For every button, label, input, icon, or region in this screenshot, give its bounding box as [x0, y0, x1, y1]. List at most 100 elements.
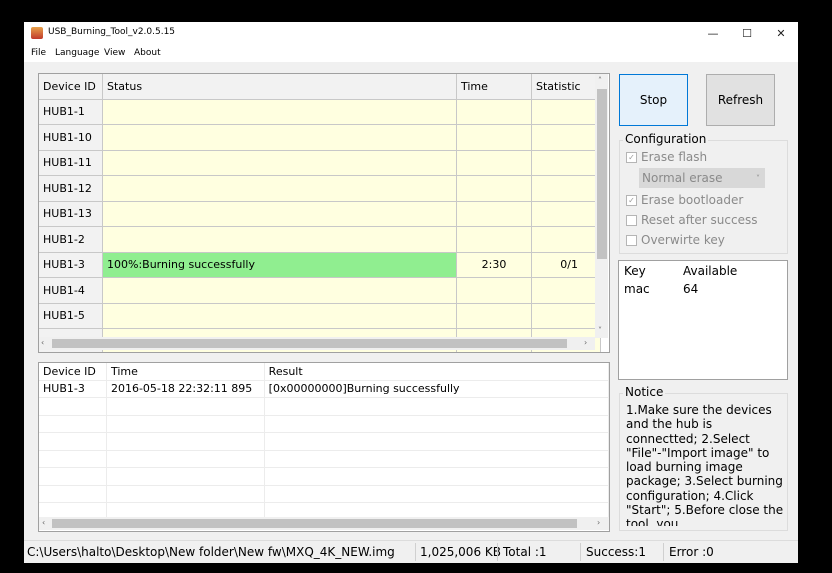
col-statistic[interactable]: Statistic — [531, 74, 601, 100]
grid-hscroll-thumb[interactable] — [52, 339, 567, 348]
log-cell — [264, 467, 609, 486]
time-cell — [456, 303, 532, 329]
key-name: mac — [624, 282, 650, 296]
log-cell — [106, 415, 265, 433]
scroll-right-icon[interactable]: › — [584, 338, 587, 347]
statistic-cell — [531, 303, 601, 329]
device-row[interactable]: HUB1-3 100%:Burning successfully 2:30 0/1 — [39, 252, 601, 278]
log-cell: [0x00000000]Burning successfully — [264, 380, 609, 398]
key-col-header[interactable]: Key — [624, 264, 646, 278]
statistic-cell — [531, 150, 601, 176]
statistic-cell — [531, 277, 601, 304]
maximize-button[interactable]: ☐ — [730, 22, 764, 44]
checkbox-checked-icon: ✓ — [626, 151, 637, 163]
grid-vertical-scrollbar[interactable]: ˄ ˅ — [595, 74, 608, 338]
log-cell — [106, 432, 265, 451]
notice-label: Notice — [623, 385, 666, 399]
checkbox-checked-icon: ✓ — [626, 194, 637, 206]
available-col-header[interactable]: Available — [683, 264, 737, 278]
status-cell — [102, 226, 457, 253]
log-cell — [106, 485, 265, 503]
log-cell — [106, 397, 265, 416]
log-cell — [106, 450, 265, 468]
menu-about[interactable]: About — [134, 48, 161, 58]
log-row[interactable] — [39, 415, 609, 433]
device-row[interactable]: HUB1-13 — [39, 201, 601, 227]
log-cell — [264, 432, 609, 451]
device-row[interactable]: HUB1-12 — [39, 175, 601, 202]
device-row[interactable]: HUB1-10 — [39, 124, 601, 151]
time-cell: 2:30 — [456, 252, 532, 278]
log-cell — [39, 432, 107, 451]
statistic-cell — [531, 124, 601, 151]
col-status[interactable]: Status — [102, 74, 457, 100]
close-button[interactable]: ✕ — [764, 22, 798, 44]
device-row[interactable]: HUB1-5 — [39, 303, 601, 329]
erase-mode-select[interactable]: Normal erase ˅ — [639, 168, 765, 188]
status-cell: 100%:Burning successfully — [102, 252, 457, 278]
device-row[interactable]: HUB1-1 — [39, 99, 601, 125]
log-row[interactable] — [39, 432, 609, 451]
reset-after-success-checkbox[interactable]: Reset after success — [626, 213, 757, 227]
log-col-header[interactable]: Result — [264, 363, 609, 381]
log-col-header[interactable]: Device ID — [39, 363, 107, 381]
key-available: 64 — [683, 282, 699, 296]
device-id-cell: HUB1-12 — [39, 175, 103, 202]
scroll-down-icon[interactable]: ˅ — [598, 326, 602, 335]
log-horizontal-scrollbar[interactable]: ‹ › — [39, 517, 609, 530]
device-id-cell: HUB1-2 — [39, 226, 103, 253]
time-cell — [456, 124, 532, 151]
menu-view[interactable]: View — [104, 48, 125, 58]
log-cell — [264, 415, 609, 433]
log-row[interactable] — [39, 450, 609, 468]
statistic-cell — [531, 226, 601, 253]
minimize-button[interactable]: — — [696, 22, 730, 44]
log-row[interactable] — [39, 467, 609, 486]
image-path: C:\Users\halto\Desktop\New folder\New fw… — [27, 545, 395, 559]
scroll-up-icon[interactable]: ˄ — [598, 76, 602, 85]
log-hscroll-thumb[interactable] — [52, 519, 577, 528]
configuration-label: Configuration — [623, 132, 709, 146]
erase-flash-checkbox[interactable]: ✓ Erase flash — [626, 150, 707, 164]
log-row[interactable]: HUB1-3 2016-05-18 22:32:11 895 [0x00000000… — [39, 380, 609, 398]
log-cell — [264, 450, 609, 468]
log-cell — [39, 485, 107, 503]
grid-horizontal-scrollbar[interactable]: ‹ › — [39, 337, 595, 350]
error-count: Error :0 — [669, 545, 714, 559]
device-row[interactable]: HUB1-4 — [39, 277, 601, 304]
log-cell — [264, 397, 609, 416]
device-id-cell: HUB1-1 — [39, 99, 103, 125]
log-row[interactable] — [39, 397, 609, 416]
device-grid: Device ID Status Time Statistic HUB1-1 HU… — [38, 73, 610, 353]
log-scroll-left-icon[interactable]: ‹ — [42, 518, 45, 527]
device-row[interactable]: HUB1-11 — [39, 150, 601, 176]
log-scroll-right-icon[interactable]: › — [597, 518, 600, 527]
notice-text: 1.Make sure the devices and the hub is c… — [626, 403, 784, 526]
stop-button[interactable]: Stop — [619, 74, 688, 126]
grid-vscroll-thumb[interactable] — [597, 89, 607, 259]
image-size: 1,025,006 KB — [420, 545, 501, 559]
status-cell — [102, 175, 457, 202]
device-id-cell: HUB1-10 — [39, 124, 103, 151]
col-time[interactable]: Time — [456, 74, 532, 100]
log-cell — [264, 485, 609, 503]
status-separator — [663, 543, 664, 561]
device-id-cell: HUB1-4 — [39, 277, 103, 304]
device-row[interactable]: HUB1-2 — [39, 226, 601, 253]
log-cell — [39, 450, 107, 468]
time-cell — [456, 175, 532, 202]
col-device-id[interactable]: Device ID — [39, 74, 103, 100]
statistic-cell — [531, 175, 601, 202]
erase-bootloader-checkbox[interactable]: ✓ Erase bootloader — [626, 193, 743, 207]
menu-file[interactable]: File — [31, 48, 46, 58]
statistic-cell — [531, 201, 601, 227]
log-cell — [106, 467, 265, 486]
chevron-down-icon: ˅ — [756, 173, 760, 183]
menu-language[interactable]: Language — [55, 48, 99, 58]
app-icon — [31, 27, 43, 39]
log-row[interactable] — [39, 485, 609, 503]
refresh-button[interactable]: Refresh — [706, 74, 775, 126]
log-col-header[interactable]: Time — [106, 363, 265, 381]
overwrite-key-checkbox[interactable]: Overwirte key — [626, 233, 725, 247]
scroll-left-icon[interactable]: ‹ — [41, 338, 44, 347]
